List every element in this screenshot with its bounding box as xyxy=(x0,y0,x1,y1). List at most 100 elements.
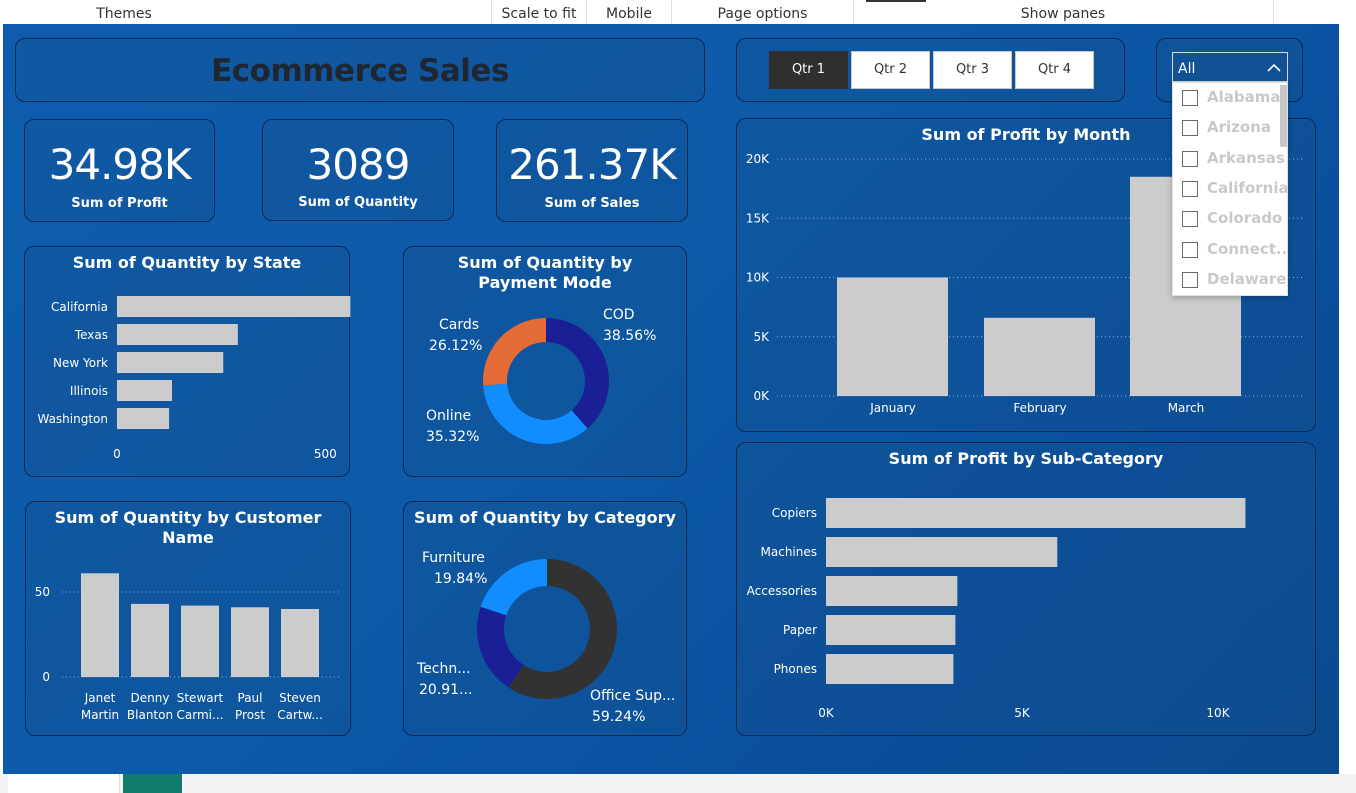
bar xyxy=(826,654,954,684)
slice-label: COD xyxy=(603,307,635,323)
checkbox-icon[interactable] xyxy=(1182,120,1198,137)
mobile-button[interactable]: Mobile xyxy=(588,0,670,24)
state-option[interactable]: California xyxy=(1173,174,1287,204)
category-label: Steven xyxy=(279,691,321,705)
checkbox-icon[interactable] xyxy=(1182,150,1198,167)
state-option-label: Alabama xyxy=(1207,88,1281,106)
bar xyxy=(281,609,319,677)
qtr1-button[interactable]: Qtr 1 xyxy=(769,51,848,89)
chevron-up-icon[interactable] xyxy=(1267,61,1281,75)
checkbox-icon[interactable] xyxy=(1182,241,1198,258)
active-tab-indicator xyxy=(866,0,926,2)
category-label: Texas xyxy=(74,328,108,342)
bar xyxy=(117,380,172,401)
state-option[interactable]: Arizona xyxy=(1173,113,1281,143)
qty-by-state-visual[interactable]: Sum of Quantity by State California Texas… xyxy=(24,246,351,477)
category-label: Paper xyxy=(783,623,817,637)
state-option-label: Arizona xyxy=(1207,118,1271,137)
show-panes-button[interactable]: Show panes xyxy=(990,0,1136,24)
title-card: Ecommerce Sales xyxy=(15,38,705,102)
toolbar-divider xyxy=(491,0,492,24)
checkbox-icon[interactable] xyxy=(1182,180,1198,197)
tick-label: 15K xyxy=(746,211,770,225)
state-option[interactable]: Colorado xyxy=(1173,204,1283,234)
state-option-label: Colorado xyxy=(1207,209,1283,228)
report-toolbar: Themes Scale to fit Mobile Page options … xyxy=(0,0,1356,24)
tick-label: 20K xyxy=(746,152,770,166)
bar xyxy=(131,603,169,677)
qty-by-state-chart: California Texas New York Illinois Washingto… xyxy=(37,296,351,461)
state-option[interactable]: Arkansas xyxy=(1173,144,1285,174)
dropdown-scrollbar[interactable] xyxy=(1280,85,1287,147)
state-dropdown[interactable]: All xyxy=(1172,52,1288,82)
kpi-label: Sum of Quantity xyxy=(298,195,418,210)
state-option-label: Arkansas xyxy=(1207,148,1285,167)
kpi-quantity-card: 3089 Sum of Quantity xyxy=(262,119,454,221)
bar xyxy=(837,277,948,396)
state-option[interactable]: Connect... xyxy=(1173,235,1287,265)
themes-menu[interactable]: Themes xyxy=(60,0,188,24)
profit-by-subcategory-chart: Copiers Machines Accessories Paper Phones 0K 5… xyxy=(747,498,1246,720)
tick-label: 0 xyxy=(42,670,50,684)
tick-label: 50 xyxy=(35,585,50,599)
state-option-label: Delaware xyxy=(1207,269,1287,288)
qtr4-button[interactable]: Qtr 4 xyxy=(1015,51,1094,89)
tick-label: 10K xyxy=(1206,706,1230,720)
slice-value-label: 38.56% xyxy=(603,328,656,344)
bar xyxy=(826,537,1058,567)
qtr3-button[interactable]: Qtr 3 xyxy=(933,51,1012,89)
state-option[interactable]: Alabama xyxy=(1173,83,1281,113)
slice-label: Office Sup... xyxy=(590,688,675,704)
bar xyxy=(826,576,958,606)
state-dropdown-value: All xyxy=(1178,61,1196,77)
category-label: Janet xyxy=(84,691,116,705)
category-label: Accessories xyxy=(747,584,817,598)
quarter-slicer: Qtr 1 Qtr 2 Qtr 3 Qtr 4 xyxy=(736,38,1125,102)
page-tabs-bar xyxy=(0,774,1356,793)
qty-by-category-visual[interactable]: Sum of Quantity by Category Office Sup..… xyxy=(403,501,687,736)
bar xyxy=(181,605,219,677)
donut-slice xyxy=(483,318,546,386)
checkbox-icon[interactable] xyxy=(1182,90,1198,106)
qty-by-payment-visual[interactable]: Sum of Quantity by Payment Mode COD 38.56… xyxy=(403,246,687,477)
checkbox-icon[interactable] xyxy=(1182,271,1198,288)
qtr2-button[interactable]: Qtr 2 xyxy=(851,51,930,89)
state-option-label: Connect... xyxy=(1207,239,1288,258)
slice-label: Online xyxy=(426,408,471,424)
category-label: Illinois xyxy=(70,384,108,398)
category-label: Denny xyxy=(131,691,170,705)
bar xyxy=(117,352,224,373)
category-label: Phones xyxy=(774,662,817,676)
bar xyxy=(117,408,170,429)
qty-by-customer-visual[interactable]: Sum of Quantity by Customer Name 0 50 Jane… xyxy=(25,501,351,736)
kpi-sales-card: 261.37K Sum of Sales xyxy=(496,119,688,222)
page-options-button[interactable]: Page options xyxy=(690,0,835,24)
bar xyxy=(117,324,238,345)
category-label: Cartw... xyxy=(277,708,323,722)
state-dropdown-list: Alabama Arizona Arkansas California Colorado… xyxy=(1172,82,1288,296)
category-label: Stewart xyxy=(177,691,224,705)
qty-by-category-chart: Office Sup... 59.24% Techn... 20.91... Furni… xyxy=(416,550,675,725)
qty-by-customer-chart: 0 50 Janet Martin Denny Blanton Stewart Carmi..… xyxy=(35,573,340,722)
donut-slice xyxy=(477,606,524,688)
category-label: Washington xyxy=(37,412,108,426)
state-option[interactable]: Delaware xyxy=(1173,265,1286,295)
checkbox-icon[interactable] xyxy=(1182,211,1198,228)
bar xyxy=(984,317,1095,396)
page-tab[interactable] xyxy=(8,774,120,793)
profit-by-subcategory-visual[interactable]: Sum of Profit by Sub-Category Copiers Mac… xyxy=(736,442,1316,736)
add-page-tab[interactable] xyxy=(123,774,182,793)
bar xyxy=(117,296,351,317)
toolbar-divider xyxy=(1273,0,1274,24)
category-label: Prost xyxy=(235,708,265,722)
category-label: California xyxy=(51,300,108,314)
category-label: January xyxy=(869,401,916,415)
slice-value-label: 35.32% xyxy=(426,429,479,445)
scale-to-fit-button[interactable]: Scale to fit xyxy=(494,0,584,24)
category-label: Machines xyxy=(761,545,817,559)
tick-label: 500 xyxy=(314,447,337,461)
bar xyxy=(826,498,1246,528)
bar xyxy=(231,607,269,677)
category-label: Martin xyxy=(81,708,119,722)
category-label: New York xyxy=(53,356,108,370)
